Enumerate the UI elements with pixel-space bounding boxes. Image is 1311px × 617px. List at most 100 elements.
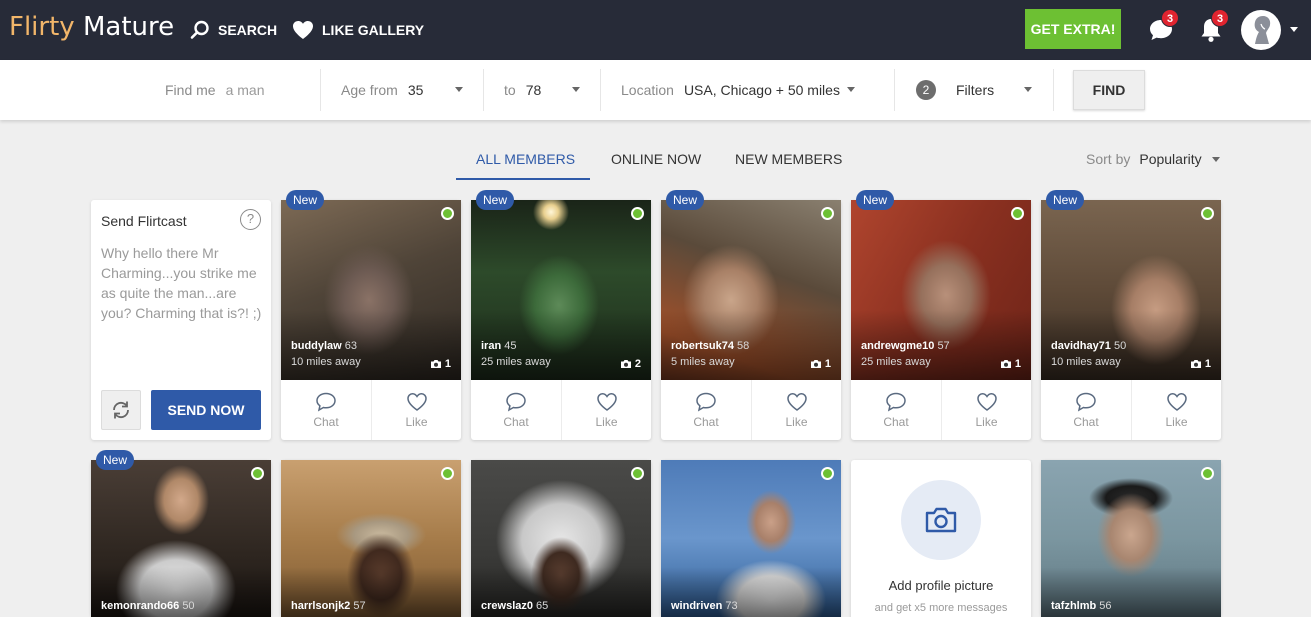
member-username: harrlsonjk2 bbox=[291, 600, 351, 612]
member-card[interactable]: New buddylaw 63 10 miles away 1 Chat Lik… bbox=[281, 190, 461, 440]
member-age: 57 bbox=[353, 600, 366, 612]
member-age: 73 bbox=[725, 600, 738, 612]
new-badge: New bbox=[476, 190, 515, 210]
online-status-dot bbox=[251, 467, 264, 480]
member-photo[interactable] bbox=[851, 200, 1031, 380]
member-card[interactable]: crewslaz0 65 bbox=[471, 460, 651, 617]
nav-search-link[interactable]: SEARCH bbox=[190, 20, 277, 40]
like-label: Like bbox=[1165, 414, 1188, 429]
flirtcast-title: Send Flirtcast bbox=[101, 213, 187, 229]
flirtcast-card: Send Flirtcast ? Why hello there Mr Char… bbox=[91, 200, 271, 440]
location-chevron-down-icon[interactable] bbox=[847, 87, 855, 92]
search-icon bbox=[190, 20, 209, 39]
heart-icon bbox=[293, 21, 313, 39]
member-photo[interactable] bbox=[1041, 460, 1221, 617]
like-button[interactable]: Like bbox=[371, 380, 461, 440]
get-extra-button[interactable]: GET EXTRA! bbox=[1025, 9, 1121, 49]
like-button[interactable]: Like bbox=[561, 380, 651, 440]
nav-like-gallery-link[interactable]: LIKE GALLERY bbox=[292, 20, 424, 40]
chat-bubble-icon bbox=[696, 392, 716, 411]
sort-by-select[interactable]: Sort by Popularity bbox=[1086, 151, 1220, 167]
member-name: windriven 73 bbox=[671, 600, 738, 612]
member-card[interactable]: New kemonrando66 50 bbox=[91, 450, 271, 617]
member-card[interactable]: New iran 45 25 miles away 2 Chat Like bbox=[471, 190, 651, 440]
like-label: Like bbox=[405, 414, 428, 429]
photo-count: 1 bbox=[1000, 358, 1021, 370]
member-card[interactable]: tafzhlmb 56 bbox=[1041, 460, 1221, 617]
member-username: tafzhlmb bbox=[1051, 600, 1097, 612]
send-now-button[interactable]: SEND NOW bbox=[151, 390, 261, 430]
like-label: Like bbox=[785, 414, 808, 429]
new-badge: New bbox=[666, 190, 705, 210]
divider bbox=[320, 69, 321, 111]
member-card[interactable]: New davidhay71 50 10 miles away 1 Chat L… bbox=[1041, 190, 1221, 440]
member-photo[interactable] bbox=[661, 460, 841, 617]
card-actions: Chat Like bbox=[1041, 380, 1221, 440]
tab-online-now[interactable]: ONLINE NOW bbox=[611, 151, 701, 167]
age-to-select[interactable]: to 78 bbox=[504, 60, 541, 120]
find-me-field[interactable]: Find me a man bbox=[165, 60, 265, 120]
like-button[interactable]: Like bbox=[1131, 380, 1221, 440]
member-name: iran 45 bbox=[481, 340, 517, 352]
add-profile-picture-card[interactable]: Add profile picture and get x5 more mess… bbox=[851, 460, 1031, 617]
member-photo[interactable] bbox=[281, 200, 461, 380]
notifications-button[interactable]: 3 bbox=[1195, 9, 1229, 46]
camera-icon bbox=[430, 360, 441, 368]
user-avatar[interactable] bbox=[1241, 10, 1281, 50]
new-badge: New bbox=[856, 190, 895, 210]
location-select[interactable]: Location USA, Chicago + 50 miles bbox=[621, 60, 840, 120]
member-photo[interactable] bbox=[471, 200, 651, 380]
chat-button[interactable]: Chat bbox=[471, 380, 561, 440]
chat-button[interactable]: Chat bbox=[1041, 380, 1131, 440]
member-card[interactable]: New robertsuk74 58 5 miles away 1 Chat L… bbox=[661, 190, 841, 440]
photo-count-value: 1 bbox=[824, 358, 831, 370]
site-logo[interactable]: Flirty Mature bbox=[9, 12, 174, 42]
online-status-dot bbox=[821, 207, 834, 220]
age-from-chevron-down-icon[interactable] bbox=[455, 87, 463, 92]
chat-button[interactable]: Chat bbox=[281, 380, 371, 440]
member-card[interactable]: New andrewgme10 57 25 miles away 1 Chat … bbox=[851, 190, 1031, 440]
like-button[interactable]: Like bbox=[751, 380, 841, 440]
member-age: 63 bbox=[344, 340, 358, 352]
chat-label: Chat bbox=[503, 414, 529, 429]
like-button[interactable]: Like bbox=[941, 380, 1031, 440]
tab-new-members[interactable]: NEW MEMBERS bbox=[735, 151, 842, 167]
chat-label: Chat bbox=[693, 414, 719, 429]
photo-count: 2 bbox=[620, 358, 641, 370]
member-photo[interactable] bbox=[471, 460, 651, 617]
account-menu-caret-icon[interactable] bbox=[1290, 27, 1298, 32]
tab-all-members[interactable]: ALL MEMBERS bbox=[476, 151, 575, 167]
nav-like-gallery-label: LIKE GALLERY bbox=[322, 22, 425, 38]
find-button[interactable]: FIND bbox=[1073, 70, 1145, 110]
chat-button[interactable]: Chat bbox=[851, 380, 941, 440]
member-age: 50 bbox=[1113, 340, 1127, 352]
member-photo[interactable] bbox=[281, 460, 461, 617]
photo-count-value: 1 bbox=[1204, 358, 1211, 370]
age-to-chevron-down-icon[interactable] bbox=[572, 87, 580, 92]
age-to-label: to bbox=[504, 82, 516, 98]
member-card[interactable]: harrlsonjk2 57 bbox=[281, 460, 461, 617]
filters-chevron-down-icon[interactable] bbox=[1024, 87, 1032, 92]
member-age: 45 bbox=[504, 340, 517, 352]
heart-outline-icon bbox=[1166, 392, 1187, 411]
camera-icon bbox=[925, 507, 957, 533]
active-tab-indicator bbox=[456, 178, 590, 180]
member-distance: 5 miles away bbox=[671, 356, 735, 368]
filters-label: Filters bbox=[956, 82, 995, 98]
member-photo[interactable] bbox=[91, 460, 271, 617]
member-username: andrewgme10 bbox=[861, 340, 935, 352]
sort-by-value: Popularity bbox=[1139, 151, 1202, 167]
help-icon[interactable]: ? bbox=[240, 209, 261, 230]
filters-select[interactable]: 2 Filters bbox=[916, 60, 994, 120]
top-navbar: Flirty Mature SEARCH LIKE GALLERY GET EX… bbox=[0, 0, 1311, 60]
camera-icon bbox=[810, 360, 821, 368]
refresh-icon bbox=[113, 401, 129, 419]
member-photo[interactable] bbox=[661, 200, 841, 380]
chat-button[interactable]: Chat bbox=[661, 380, 751, 440]
member-photo[interactable] bbox=[1041, 200, 1221, 380]
member-card[interactable]: windriven 73 bbox=[661, 460, 841, 617]
card-actions: Chat Like bbox=[851, 380, 1031, 440]
age-from-select[interactable]: Age from 35 bbox=[341, 60, 423, 120]
messages-button[interactable]: 3 bbox=[1145, 9, 1179, 46]
refresh-message-button[interactable] bbox=[101, 390, 141, 430]
